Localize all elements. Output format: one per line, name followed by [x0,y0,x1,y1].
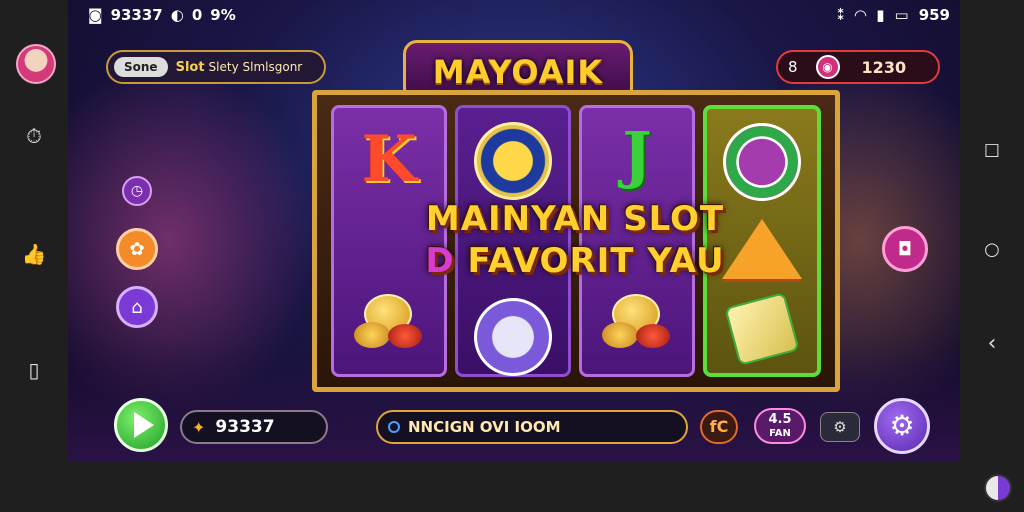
camera-button[interactable]: ◘ [882,226,928,272]
speed-sub: FAN [769,428,791,439]
auto-button[interactable]: ⚙ [820,412,860,442]
j-symbol: J [622,118,652,191]
balance-display: ✦ 93337 [180,410,328,444]
spin-button[interactable] [114,398,168,452]
right-nav-rail: ☐ ○ ‹ [960,0,1024,512]
back-nav-icon[interactable]: ‹ [974,326,1010,362]
history-button[interactable]: ◷ [122,176,152,206]
vibrate-icon: ⁑ [836,6,845,24]
avatar[interactable] [16,44,56,84]
play-icon [133,412,154,438]
circle-nav-icon[interactable]: ○ [974,232,1010,268]
banner-line-2-text: FAVORIT YAU [467,241,725,281]
book-icon[interactable]: ▯ [16,352,52,388]
lock-icon: 8 [788,58,798,76]
gem-icon: ✦ [192,417,206,437]
status-left-text: 93337 [110,6,163,24]
slot-sublabel: Slety Slmlsgonr [208,60,303,74]
device-frame: ⏱ 👍 ▯ ☐ ○ ‹ ◙ 93337 ◐ 0 9% ⁑ ◠ ▮ ▭ 959 S… [0,0,1024,512]
coins-symbol [354,294,424,350]
slot-tag: Sone [114,57,168,77]
slot-label: Slot [175,59,205,75]
chip-icon: ◉ [815,55,840,79]
wifi-icon: ◠ [854,6,867,24]
game-icon: ◐ [170,6,184,24]
cash-symbol [724,291,800,367]
speed-button[interactable]: 4.5 FAN [754,408,806,444]
settings-button[interactable]: ⚙ [874,398,930,454]
game-screen: ◙ 93337 ◐ 0 9% ⁑ ◠ ▮ ▭ 959 Sone Slot Sle… [68,0,960,462]
ticker-dot-icon [388,421,400,433]
currency-pill[interactable]: 8 ◉ 1230 [776,50,940,84]
thumbs-icon[interactable]: 👍 [16,236,52,272]
blue-chip-symbol [474,122,552,200]
banner-line-2: D FAVORIT YAU [340,240,810,282]
discord-icon: ◙ [88,6,103,24]
currency-value: 1230 [861,57,907,77]
timer-icon[interactable]: ⏱ [16,118,52,154]
silver-chip-symbol [474,298,552,376]
win-ticker: NNCIGN OVI IOOM [376,410,688,444]
square-nav-icon[interactable]: ☐ [974,134,1010,170]
balance-value: 93337 [215,417,275,437]
assistant-icon[interactable] [984,474,1012,502]
bonus-button[interactable]: ✿ [116,228,158,270]
gear-icon: ⚙ [889,409,915,442]
signal-icon: ▮ [876,6,885,24]
k-symbol: K [361,122,417,197]
battery-icon: ▭ [894,6,909,24]
logo-text: MAYOAIK [432,53,604,91]
pink-chip-symbol [723,123,801,201]
banner-line-1: MAINYAN SLOT [425,199,725,239]
speed-value: 4.5 [768,412,792,427]
slot-label-pill[interactable]: Sone Slot Slety Slmlsgonr [106,50,326,84]
ticker-text: NNCIGN OVI IOOM [408,418,561,436]
status-right-text: 959 [918,6,950,24]
bottom-bar [0,462,1024,512]
home-button[interactable]: ⌂ [116,286,158,328]
left-sidebar: ⏱ 👍 ▯ [0,0,68,512]
status-bar: ◙ 93337 ◐ 0 9% ⁑ ◠ ▮ ▭ 959 [68,0,960,30]
banner-accent: D [425,241,455,281]
coins-symbol [602,294,672,350]
bet-button[interactable]: fC [700,410,738,444]
status-battery-small: 0 [191,6,203,24]
status-percent: 9% [210,6,236,24]
banner-text: MAINYAN SLOT D FAVORIT YAU [340,198,810,282]
